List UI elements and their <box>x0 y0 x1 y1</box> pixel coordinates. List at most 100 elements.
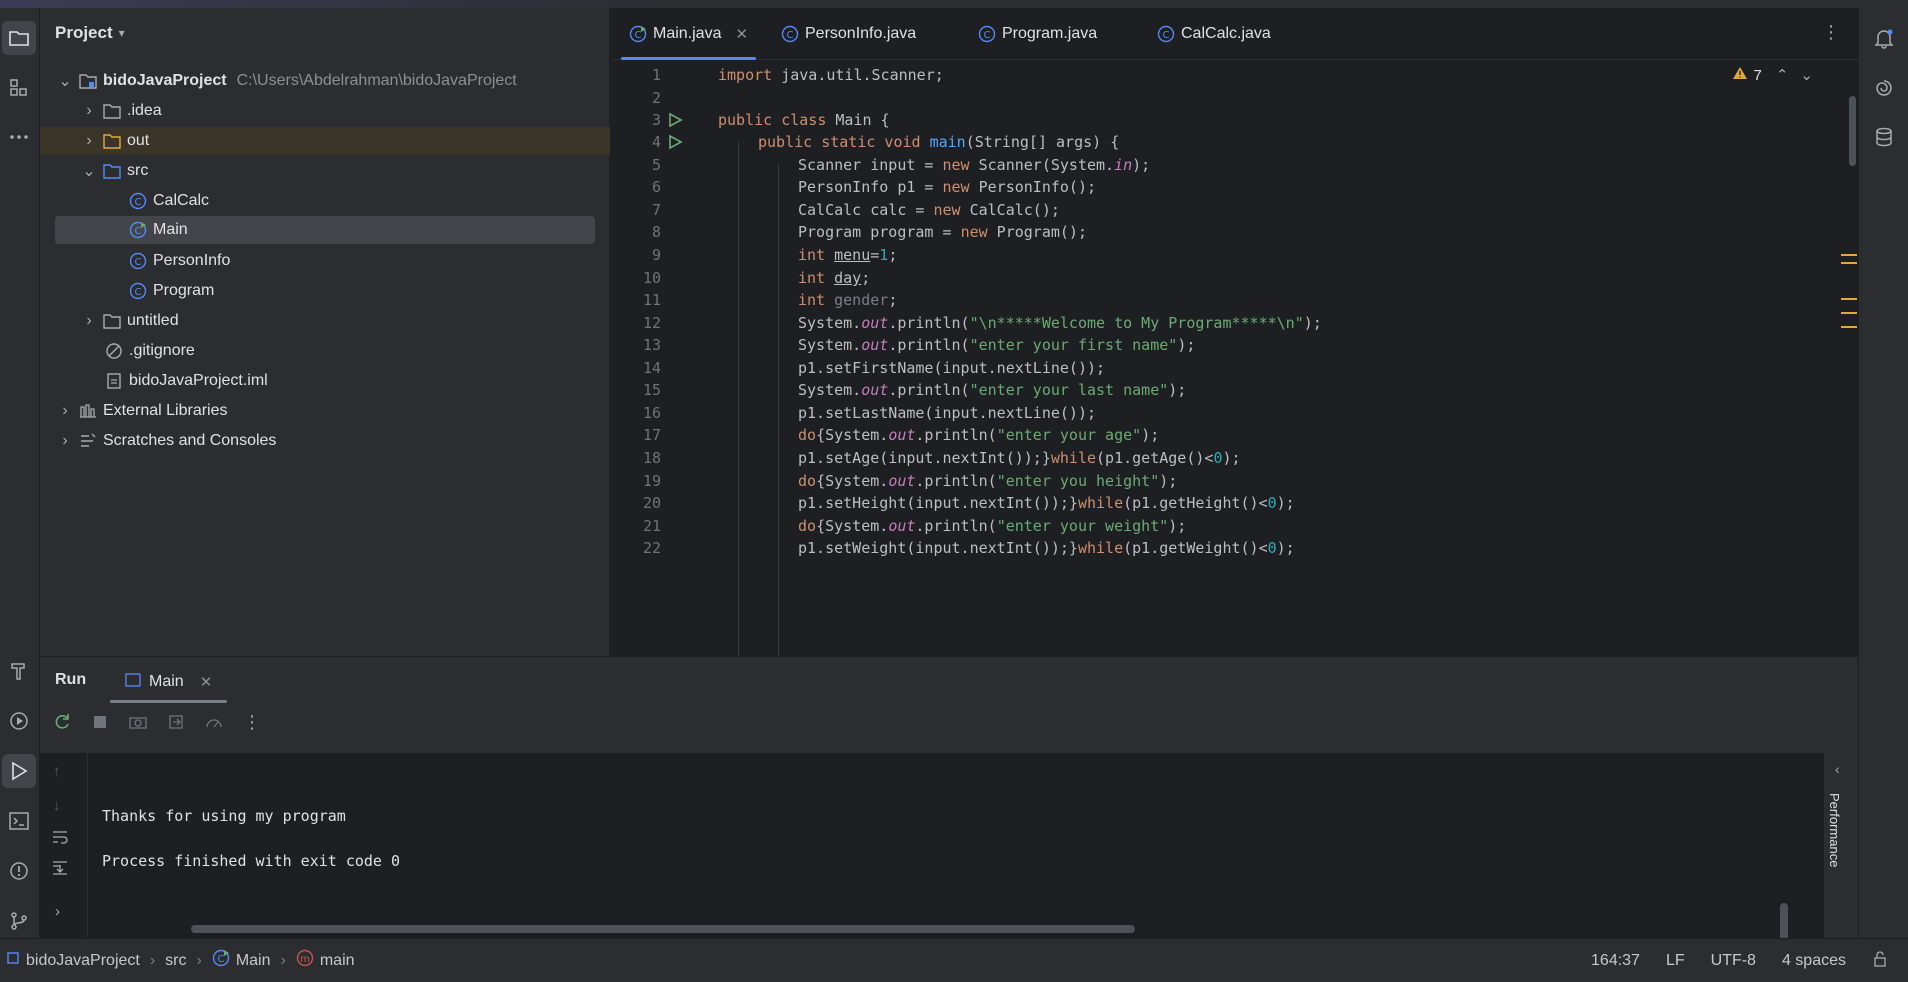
database-button[interactable] <box>1867 120 1901 154</box>
run-icon <box>12 761 28 781</box>
gauge-icon[interactable] <box>202 710 226 734</box>
warning-stripe[interactable] <box>1841 262 1857 264</box>
console-output[interactable]: Thanks for using my program Process fini… <box>88 753 1828 943</box>
project-tool-button[interactable] <box>2 21 36 55</box>
warning-stripe[interactable] <box>1841 254 1857 256</box>
notifications-button[interactable] <box>1867 21 1901 55</box>
tab-options-more-icon[interactable]: ⋮ <box>1822 22 1840 43</box>
console-side-toolbar: ↑ ↓ › <box>40 753 88 939</box>
svg-text:C: C <box>1163 30 1170 41</box>
tab-main-java[interactable]: C Main.java ✕ <box>621 20 757 60</box>
line-number: 12 <box>642 314 661 332</box>
warning-stripe[interactable] <box>1841 298 1857 300</box>
more-icon[interactable]: ⋮ <box>240 710 264 734</box>
tree-item-src[interactable]: ⌄ src <box>40 157 610 185</box>
chevron-left-icon[interactable]: ‹ <box>1835 761 1840 777</box>
soft-wrap-icon[interactable] <box>51 829 69 850</box>
warning-stripe[interactable] <box>1841 312 1857 314</box>
problems-tool-button[interactable] <box>2 854 36 888</box>
breadcrumb-label: main <box>319 951 355 969</box>
java-class-icon: C <box>129 282 147 300</box>
console-vertical-scrollbar[interactable] <box>1780 903 1788 943</box>
status-bar-right: 164:37 LF UTF-8 4 spaces <box>1591 939 1888 982</box>
folder-icon <box>103 312 121 330</box>
run-tab-main[interactable]: Main ✕ <box>110 665 228 703</box>
camera-icon[interactable] <box>126 710 150 734</box>
indent-guide <box>738 142 739 656</box>
stop-icon[interactable] <box>88 710 112 734</box>
run-gutter-icon[interactable] <box>667 112 683 128</box>
java-main-class-icon: C <box>129 221 147 239</box>
rerun-icon[interactable] <box>50 710 74 734</box>
console-line: Thanks for using my program <box>102 807 346 825</box>
indent-setting[interactable]: 4 spaces <box>1782 952 1846 970</box>
tree-item-iml[interactable]: bidoJavaProject.iml <box>40 367 610 395</box>
tab-calcalc-java[interactable]: C CalCalc.java <box>1157 20 1271 48</box>
file-encoding[interactable]: UTF-8 <box>1711 952 1756 970</box>
line-number: 8 <box>651 223 661 241</box>
ai-assistant-button[interactable] <box>1867 71 1901 105</box>
breadcrumb-main-class[interactable]: C Main <box>212 949 271 972</box>
close-icon[interactable]: ✕ <box>735 25 748 43</box>
console-horizontal-scrollbar[interactable] <box>191 925 1135 933</box>
editor-vertical-scrollbar[interactable] <box>1849 96 1856 166</box>
git-tool-button[interactable] <box>2 904 36 938</box>
line-number: 17 <box>642 426 661 444</box>
warning-stripe[interactable] <box>1841 326 1857 328</box>
module-folder-icon <box>79 72 97 90</box>
code-line-3: public class Main { <box>718 111 890 129</box>
breadcrumb-project[interactable]: bidoJavaProject <box>6 951 140 970</box>
line-number: 14 <box>642 359 661 377</box>
run-panel-title: Run <box>55 671 87 688</box>
tree-item-label: Scratches and Consoles <box>103 432 277 449</box>
services-tool-button[interactable] <box>2 704 36 738</box>
more-tools-button[interactable] <box>2 120 36 154</box>
line-number: 10 <box>642 269 661 287</box>
breadcrumb-main-method[interactable]: m main <box>296 949 355 972</box>
excluded-folder-icon <box>103 132 121 150</box>
left-tool-strip <box>0 8 40 938</box>
tree-item-gitignore[interactable]: .gitignore <box>40 337 610 365</box>
tab-program-java[interactable]: C Program.java <box>978 20 1097 48</box>
code-line-14: p1.setFirstName(input.nextLine()); <box>798 359 1106 377</box>
svg-text:C: C <box>135 226 142 237</box>
scroll-to-end-icon[interactable] <box>51 859 69 880</box>
project-panel-header[interactable]: Project ▾ <box>55 23 125 43</box>
line-separator[interactable]: LF <box>1666 952 1685 970</box>
caret-position[interactable]: 164:37 <box>1591 952 1640 970</box>
arrow-up-icon[interactable]: ↑ <box>53 763 61 780</box>
run-gutter-icon[interactable] <box>667 134 683 150</box>
tree-item-personinfo[interactable]: C PersonInfo <box>40 247 610 275</box>
tree-item-label: .gitignore <box>129 342 195 359</box>
export-icon[interactable] <box>164 710 188 734</box>
tree-item-idea[interactable]: › .idea <box>40 97 610 125</box>
breadcrumb-label: Main <box>235 951 271 969</box>
iml-file-icon <box>105 372 123 390</box>
svg-text:m: m <box>300 954 310 965</box>
tree-item-scratches[interactable]: › Scratches and Consoles <box>40 427 610 455</box>
tree-item-main[interactable]: C Main <box>55 216 595 244</box>
breadcrumb-src[interactable]: src <box>165 952 186 970</box>
lock-icon[interactable] <box>1872 950 1888 972</box>
build-tool-button[interactable] <box>2 654 36 688</box>
structure-tool-button[interactable] <box>2 71 36 105</box>
chevron-right-icon[interactable]: › <box>55 903 60 920</box>
tree-item-external-libraries[interactable]: › External Libraries <box>40 397 610 425</box>
arrow-down-icon[interactable]: ↓ <box>53 797 61 814</box>
right-tool-strip <box>1858 8 1908 938</box>
run-tool-button[interactable] <box>2 754 36 788</box>
tree-item-program[interactable]: C Program <box>40 277 610 305</box>
java-class-icon: C <box>1157 25 1175 43</box>
terminal-tool-button[interactable] <box>2 804 36 838</box>
tab-personinfo-java[interactable]: C PersonInfo.java <box>781 20 916 48</box>
method-icon: m <box>296 949 314 972</box>
tree-item-untitled[interactable]: › untitled <box>40 307 610 335</box>
java-class-icon: C <box>978 25 996 43</box>
project-panel-title: Project <box>55 23 113 42</box>
tree-item-calcalc[interactable]: C CalCalc <box>40 187 610 215</box>
close-icon[interactable]: ✕ <box>200 673 213 691</box>
tree-item-out[interactable]: › out <box>40 127 610 155</box>
code-area[interactable]: import java.util.Scanner; public class M… <box>706 60 1826 656</box>
performance-sidebar[interactable]: ‹ Performance <box>1824 753 1858 939</box>
tree-item-project-root[interactable]: ⌄ bidoJavaProject C:\Users\Abdelrahman\b… <box>40 67 610 95</box>
